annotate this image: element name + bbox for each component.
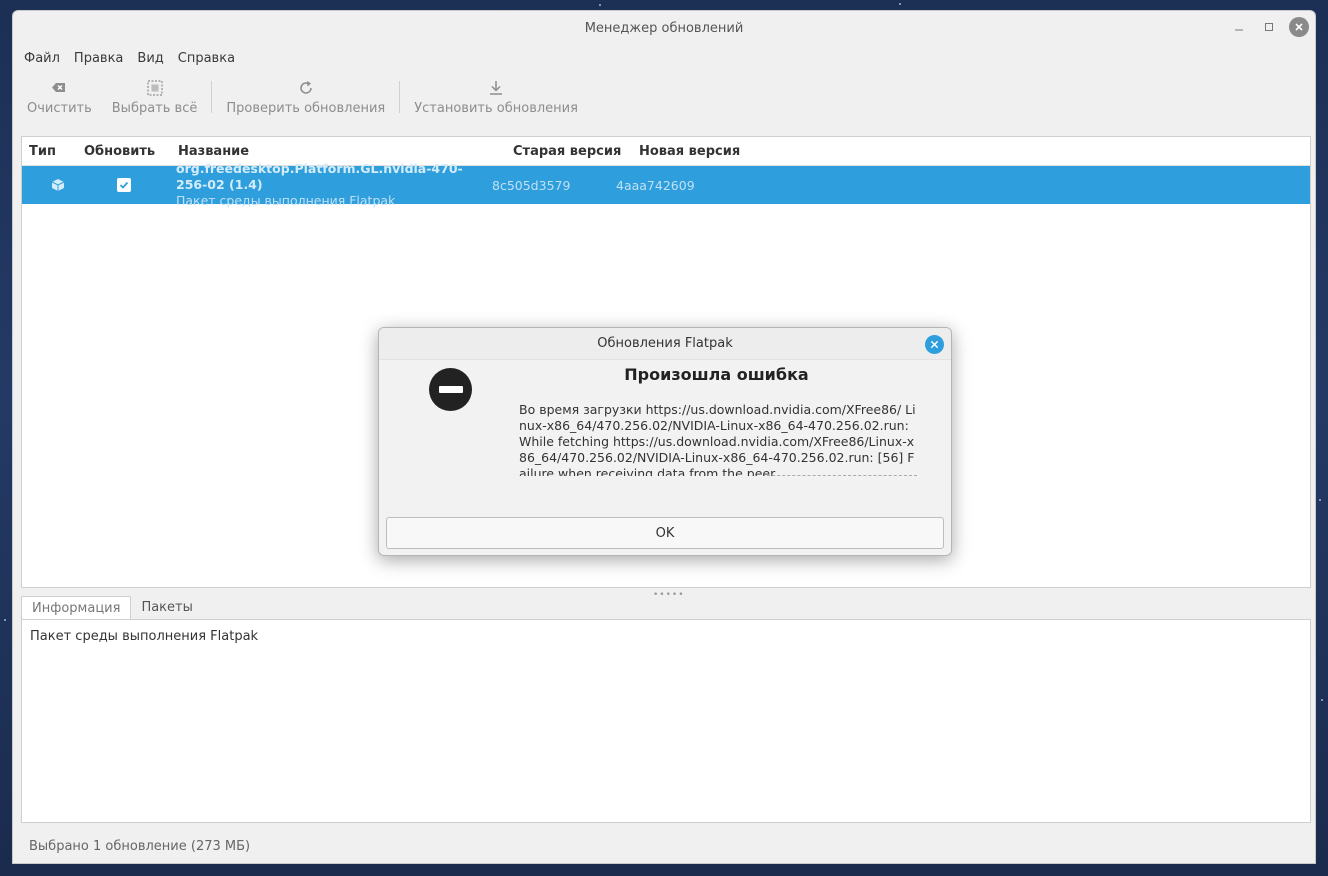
tab-information[interactable]: Информация — [21, 596, 132, 620]
package-icon — [51, 179, 65, 191]
info-panel: Пакет среды выполнения Flatpak — [21, 619, 1311, 823]
dialog-close-icon[interactable] — [925, 335, 944, 354]
header-old-version[interactable]: Старая версия — [512, 144, 638, 159]
header-type[interactable]: Тип — [22, 144, 82, 159]
flatpak-error-dialog: Обновления Flatpak Произошла ошибка Во в… — [378, 327, 952, 556]
header-new-version[interactable]: Новая версия — [638, 144, 838, 159]
window-title: Менеджер обновлений — [584, 20, 744, 36]
clear-button[interactable]: Очистить — [17, 71, 102, 123]
maximize-icon[interactable] — [1259, 17, 1279, 37]
old-version: 8c505d3579 — [492, 177, 571, 193]
menu-file[interactable]: Файл — [17, 51, 67, 66]
header-update[interactable]: Обновить — [82, 144, 177, 159]
package-name: org.freedesktop.Platform.GL.nvidia-470-2… — [176, 161, 463, 192]
menu-view[interactable]: Вид — [130, 51, 170, 66]
install-updates-label: Установить обновления — [414, 100, 578, 116]
refresh-icon — [300, 80, 312, 94]
info-text: Пакет среды выполнения Flatpak — [30, 629, 259, 644]
error-icon — [429, 368, 472, 411]
toolbar: Очистить Выбрать всё Проверить обновлени… — [13, 71, 1315, 123]
close-icon[interactable] — [1289, 17, 1309, 37]
dialog-message: Во время загрузки https://us.download.nv… — [519, 402, 916, 476]
pane-resize-handle[interactable]: ••••• — [653, 590, 685, 600]
update-checkbox[interactable] — [117, 178, 131, 192]
select-all-icon — [146, 79, 163, 96]
scroll-indicator — [767, 475, 917, 476]
clear-icon — [52, 82, 66, 92]
package-description: Пакет среды выполнения Flatpak — [176, 193, 396, 208]
check-updates-button[interactable]: Проверить обновления — [216, 71, 395, 123]
dialog-title-bar: Обновления Flatpak — [379, 328, 951, 360]
toolbar-separator — [211, 81, 213, 113]
new-version: 4aaa742609 — [616, 177, 695, 193]
dialog-heading: Произошла ошибка — [624, 365, 809, 384]
menu-bar: Файл Правка Вид Справка — [13, 45, 1315, 71]
details-tabs: Информация Пакеты — [21, 596, 203, 620]
table-row[interactable]: org.freedesktop.Platform.GL.nvidia-470-2… — [22, 161, 1310, 208]
select-all-button[interactable]: Выбрать всё — [102, 71, 208, 123]
toolbar-separator — [399, 81, 401, 113]
dialog-title: Обновления Flatpak — [597, 336, 733, 351]
menu-help[interactable]: Справка — [171, 51, 242, 66]
check-updates-label: Проверить обновления — [226, 100, 386, 116]
header-name[interactable]: Название — [177, 144, 512, 159]
minimize-icon[interactable] — [1229, 17, 1249, 37]
ok-button[interactable]: OK — [386, 517, 944, 549]
download-icon — [490, 80, 503, 95]
status-bar: Выбрано 1 обновление (273 МБ) — [29, 839, 251, 854]
tab-packages[interactable]: Пакеты — [131, 596, 202, 620]
clear-label: Очистить — [27, 100, 92, 116]
select-all-label: Выбрать всё — [111, 100, 198, 116]
install-updates-button[interactable]: Установить обновления — [404, 71, 588, 123]
title-bar: Менеджер обновлений — [13, 11, 1315, 45]
menu-edit[interactable]: Правка — [67, 51, 130, 66]
window-controls — [1229, 17, 1309, 37]
